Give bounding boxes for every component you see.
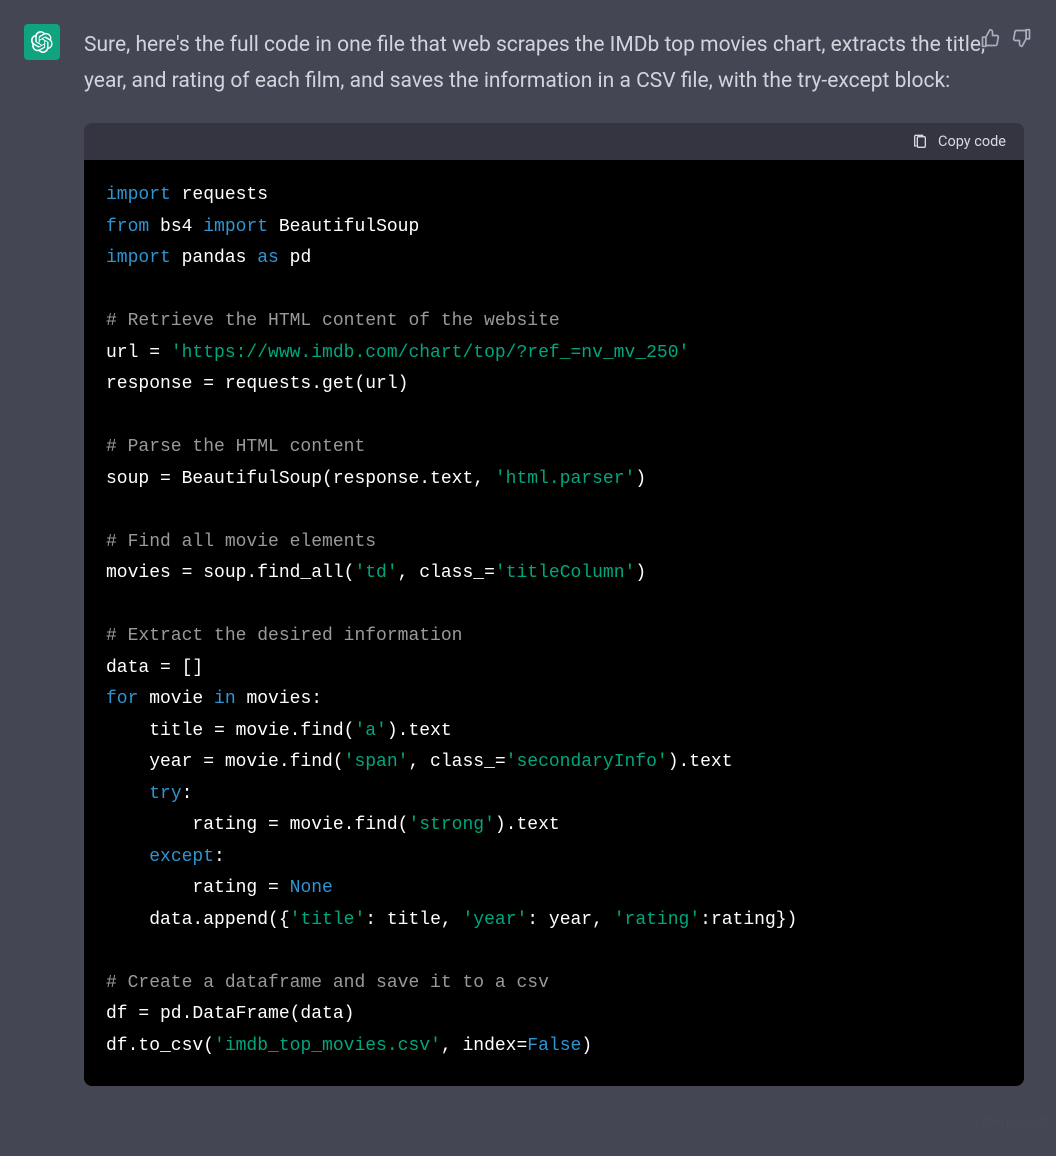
code-block-header: Copy code (84, 123, 1024, 160)
watermark-text: CSDN @pxr007 (975, 1117, 1050, 1130)
clipboard-icon (912, 134, 928, 150)
assistant-message-row: Sure, here's the full code in one file t… (0, 0, 1056, 1086)
code-block-body[interactable]: import requests from bs4 import Beautifu… (84, 160, 1024, 1086)
openai-logo-icon (31, 31, 53, 53)
message-content: Sure, here's the full code in one file t… (84, 24, 1032, 1086)
assistant-intro-text: Sure, here's the full code in one file t… (84, 28, 1024, 99)
assistant-avatar (24, 24, 60, 60)
thumbs-up-icon (980, 28, 1000, 48)
copy-code-label: Copy code (938, 133, 1006, 150)
thumbs-down-button[interactable] (1012, 28, 1032, 48)
feedback-buttons (980, 28, 1032, 48)
thumbs-up-button[interactable] (980, 28, 1000, 48)
thumbs-down-icon (1012, 28, 1032, 48)
copy-code-button[interactable]: Copy code (912, 133, 1006, 150)
code-block-card: Copy code import requests from bs4 impor… (84, 123, 1024, 1086)
